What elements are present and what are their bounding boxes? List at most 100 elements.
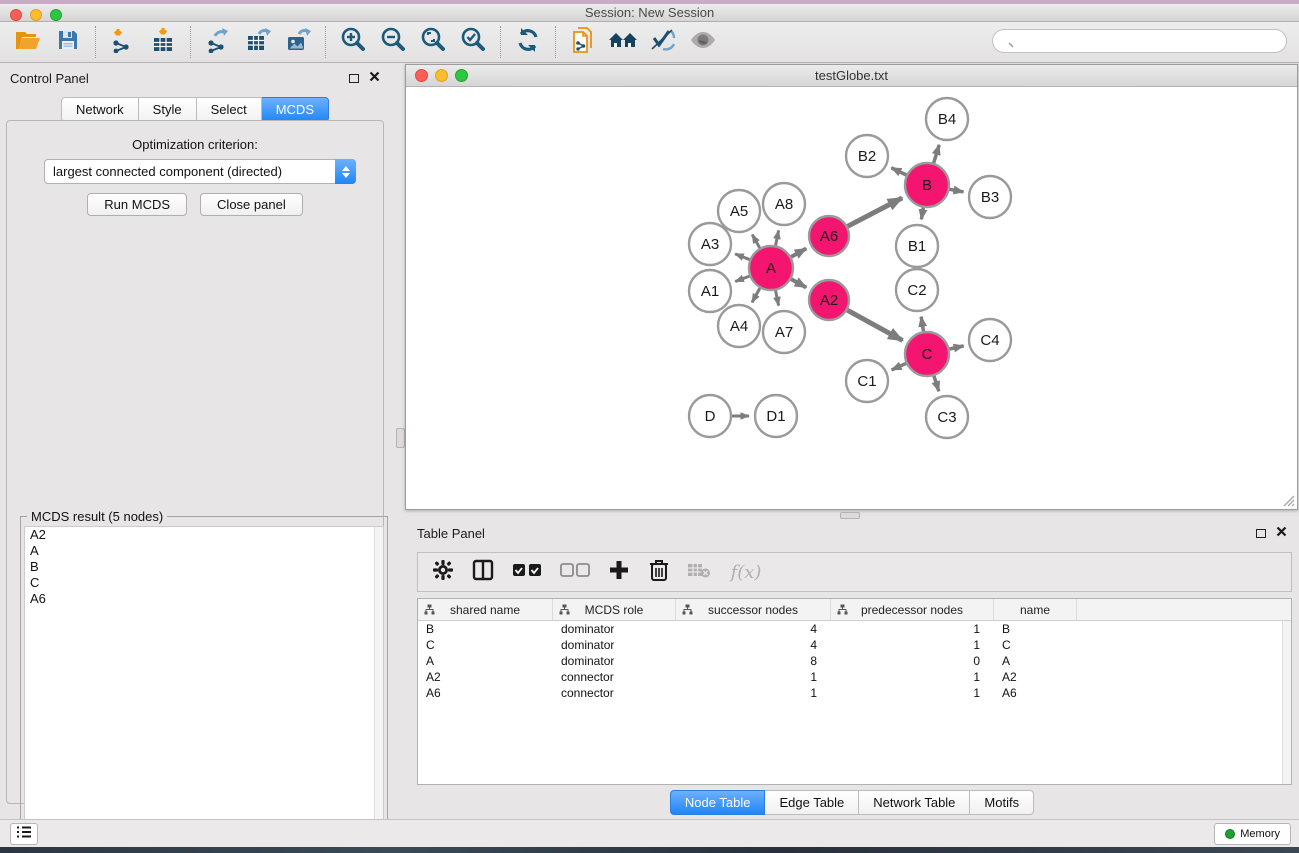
mcds-result-item[interactable]: C bbox=[25, 575, 383, 591]
vertical-splitter-handle[interactable] bbox=[396, 428, 405, 448]
export-table-button[interactable] bbox=[238, 24, 278, 60]
network-close-button[interactable] bbox=[415, 69, 428, 82]
table-cell[interactable]: C bbox=[418, 638, 553, 652]
table-scrollbar[interactable] bbox=[1282, 621, 1291, 784]
graph-edge-B-B1[interactable] bbox=[921, 208, 923, 220]
table-cell[interactable]: A6 bbox=[418, 686, 553, 700]
delete-table-button[interactable] bbox=[686, 559, 712, 585]
window-titlebar[interactable]: Session: New Session bbox=[0, 4, 1299, 22]
table-tab-edge-table[interactable]: Edge Table bbox=[765, 790, 859, 815]
graph-node-C1[interactable]: C1 bbox=[846, 360, 888, 402]
table-row[interactable]: Adominator80A bbox=[418, 653, 1291, 669]
tab-network[interactable]: Network bbox=[61, 97, 139, 122]
save-session-button[interactable] bbox=[48, 24, 88, 60]
add-column-button[interactable] bbox=[606, 559, 632, 585]
window-resize-grip[interactable] bbox=[1281, 493, 1295, 507]
column-header-successor-nodes[interactable]: successor nodes bbox=[676, 599, 831, 620]
graph-edge-A-A8[interactable] bbox=[776, 230, 779, 245]
column-header-MCDS-role[interactable]: MCDS role bbox=[553, 599, 676, 620]
graph-edge-A2-C[interactable] bbox=[847, 310, 902, 340]
mcds-result-list[interactable]: A2ABCA6 bbox=[24, 526, 384, 850]
graph-edge-A-A4[interactable] bbox=[752, 288, 760, 302]
table-cell[interactable]: B bbox=[418, 622, 553, 636]
run-mcds-button[interactable]: Run MCDS bbox=[87, 193, 187, 216]
delete-column-button[interactable] bbox=[646, 559, 672, 585]
graph-node-A4[interactable]: A4 bbox=[718, 305, 760, 347]
open-file-button[interactable] bbox=[8, 24, 48, 60]
float-table-panel-icon[interactable] bbox=[1256, 529, 1266, 538]
mcds-result-item[interactable]: A bbox=[25, 543, 383, 559]
zoom-selected-button[interactable] bbox=[453, 24, 493, 60]
graph-edge-A-A5[interactable] bbox=[752, 235, 760, 248]
table-cell[interactable]: 1 bbox=[831, 670, 994, 684]
tab-mcds[interactable]: MCDS bbox=[262, 97, 329, 122]
mcds-result-item[interactable]: B bbox=[25, 559, 383, 575]
close-table-panel-icon[interactable] bbox=[1276, 524, 1287, 542]
export-image-button[interactable] bbox=[278, 24, 318, 60]
table-cell[interactable]: 1 bbox=[831, 638, 994, 652]
table-cell[interactable]: 1 bbox=[831, 622, 994, 636]
table-cell[interactable]: 1 bbox=[831, 686, 994, 700]
graph-node-C3[interactable]: C3 bbox=[926, 396, 968, 438]
graph-node-B1[interactable]: B1 bbox=[896, 225, 938, 267]
network-minimize-button[interactable] bbox=[435, 69, 448, 82]
eye-hide-button[interactable] bbox=[683, 24, 723, 60]
export-network-button[interactable] bbox=[198, 24, 238, 60]
table-tab-motifs[interactable]: Motifs bbox=[970, 790, 1034, 815]
graph-node-B3[interactable]: B3 bbox=[969, 176, 1011, 218]
zoom-fit-button[interactable] bbox=[413, 24, 453, 60]
validator-button[interactable] bbox=[643, 24, 683, 60]
import-network-button[interactable] bbox=[103, 24, 143, 60]
deselect-all-button[interactable] bbox=[558, 559, 592, 585]
graph-edge-A6-B[interactable] bbox=[848, 198, 903, 226]
graph-node-A7[interactable]: A7 bbox=[763, 311, 805, 353]
graph-node-A1[interactable]: A1 bbox=[689, 270, 731, 312]
table-cell[interactable]: connector bbox=[553, 670, 676, 684]
network-graph[interactable]: B4B2BB3A5A8A6A3AA1B1C2A2A4A7CC4C1C3DD1 bbox=[406, 87, 1297, 509]
graph-edge-B-B3[interactable] bbox=[950, 189, 964, 192]
column-header-name[interactable]: name bbox=[994, 599, 1077, 620]
graph-edge-B-B2[interactable] bbox=[891, 168, 906, 175]
table-cell[interactable]: 4 bbox=[676, 622, 831, 636]
table-cell[interactable]: A6 bbox=[994, 686, 1077, 700]
import-table-button[interactable] bbox=[143, 24, 183, 60]
tab-select[interactable]: Select bbox=[197, 97, 262, 122]
table-row[interactable]: A6connector11A6 bbox=[418, 685, 1291, 701]
table-cell[interactable]: dominator bbox=[553, 638, 676, 652]
table-row[interactable]: Cdominator41C bbox=[418, 637, 1291, 653]
network-zoom-button[interactable] bbox=[455, 69, 468, 82]
graph-node-B[interactable]: B bbox=[905, 163, 949, 207]
column-header-predecessor-nodes[interactable]: predecessor nodes bbox=[831, 599, 994, 620]
table-cell[interactable]: 4 bbox=[676, 638, 831, 652]
zoom-out-button[interactable] bbox=[373, 24, 413, 60]
table-row[interactable]: A2connector11A2 bbox=[418, 669, 1291, 685]
result-list-scrollbar[interactable] bbox=[374, 527, 383, 849]
graph-node-A5[interactable]: A5 bbox=[718, 190, 760, 232]
float-panel-icon[interactable] bbox=[349, 74, 359, 83]
network-canvas[interactable]: B4B2BB3A5A8A6A3AA1B1C2A2A4A7CC4C1C3DD1 bbox=[406, 87, 1297, 509]
share-network-document-button[interactable] bbox=[563, 24, 603, 60]
zoom-window-button[interactable] bbox=[50, 9, 62, 21]
graph-node-B2[interactable]: B2 bbox=[846, 135, 888, 177]
table-cell[interactable]: A bbox=[418, 654, 553, 668]
table-cell[interactable]: B bbox=[994, 622, 1077, 636]
graph-edge-A-A7[interactable] bbox=[776, 291, 779, 306]
graph-node-A8[interactable]: A8 bbox=[763, 183, 805, 225]
table-cell[interactable]: dominator bbox=[553, 654, 676, 668]
graph-node-C2[interactable]: C2 bbox=[896, 269, 938, 311]
graph-edge-B-B4[interactable] bbox=[934, 145, 939, 163]
apply-layout-button[interactable] bbox=[508, 24, 548, 60]
split-view-button[interactable] bbox=[470, 559, 496, 585]
settings-gear-button[interactable] bbox=[430, 559, 456, 585]
graph-node-C4[interactable]: C4 bbox=[969, 319, 1011, 361]
graph-edge-A-A2[interactable] bbox=[791, 279, 806, 287]
graph-edge-C-C3[interactable] bbox=[934, 376, 939, 391]
graph-node-A2[interactable]: A2 bbox=[809, 280, 849, 320]
graph-edge-A-A1[interactable] bbox=[735, 276, 749, 281]
horizontal-splitter-handle[interactable] bbox=[840, 512, 860, 519]
table-cell[interactable]: 1 bbox=[676, 686, 831, 700]
task-history-button[interactable] bbox=[10, 823, 38, 845]
table-cell[interactable]: connector bbox=[553, 686, 676, 700]
network-window-titlebar[interactable]: testGlobe.txt bbox=[406, 65, 1297, 87]
table-cell[interactable]: 1 bbox=[676, 670, 831, 684]
